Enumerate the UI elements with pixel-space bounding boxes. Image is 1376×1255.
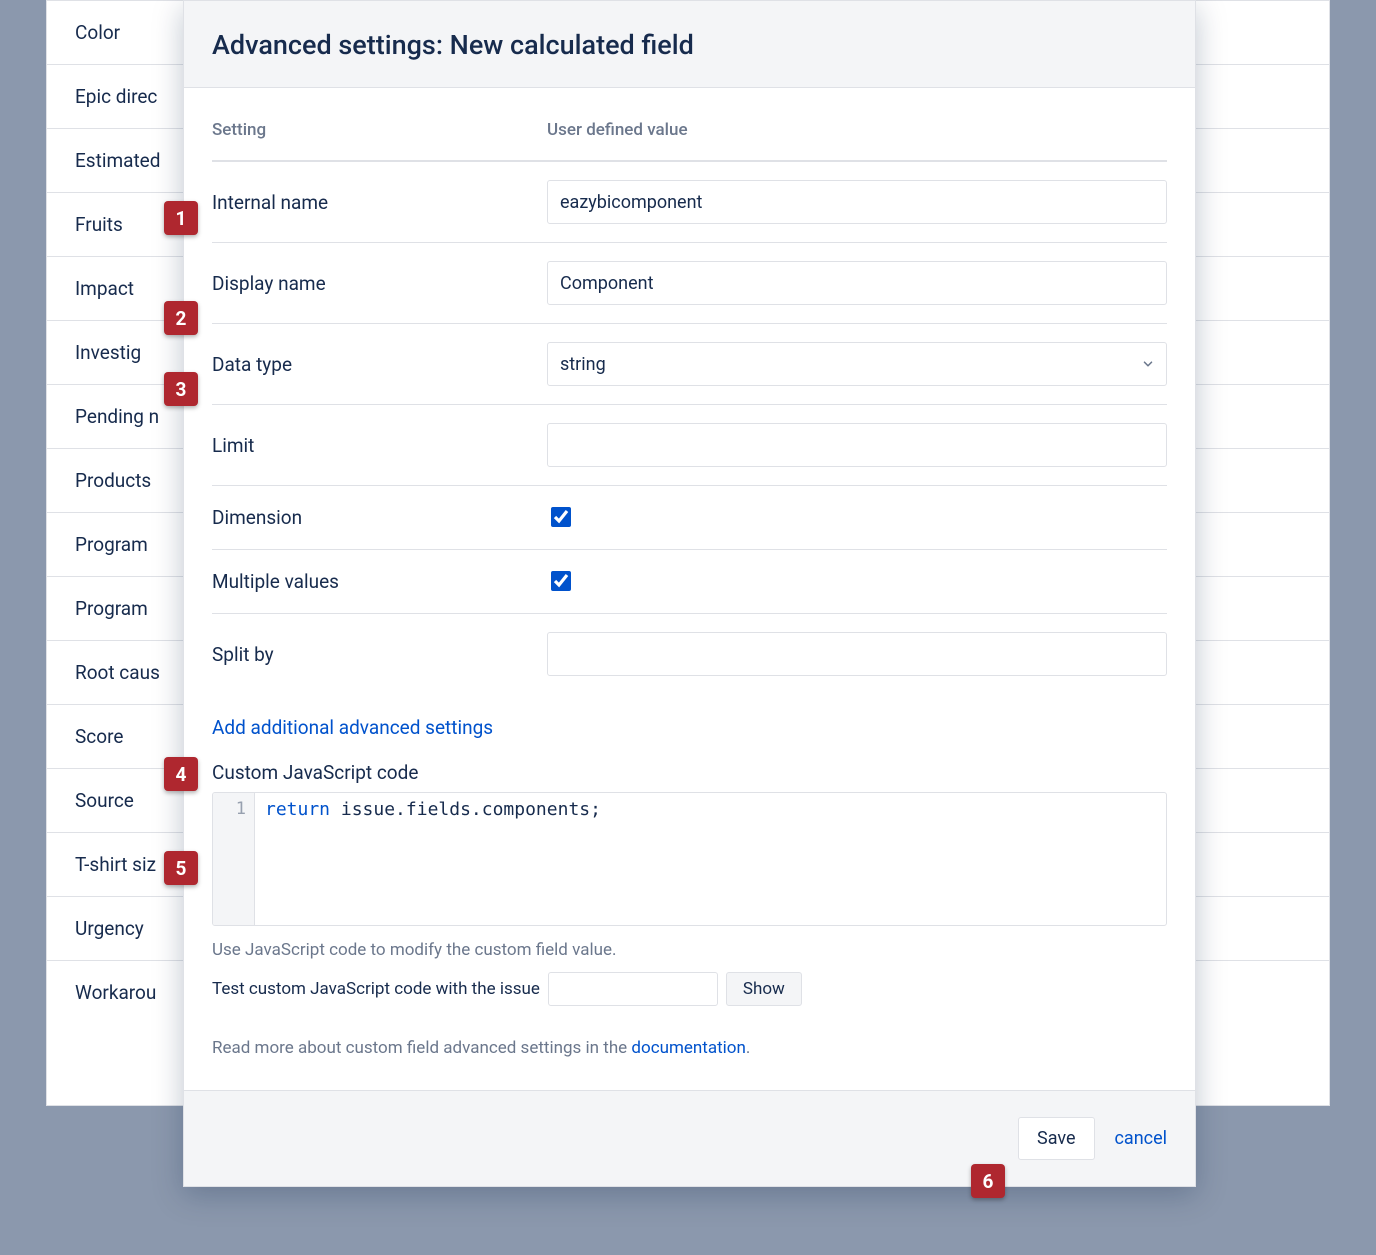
- checkbox-dimension[interactable]: [551, 507, 571, 527]
- advanced-settings-modal: Advanced settings: New calculated field …: [183, 0, 1196, 1187]
- code-gutter: 1: [213, 793, 255, 925]
- code-editor[interactable]: 1 return issue.fields.components;: [212, 792, 1167, 926]
- label-limit: Limit: [212, 405, 547, 486]
- doc-prefix: Read more about custom field advanced se…: [212, 1038, 631, 1058]
- test-label: Test custom JavaScript code with the iss…: [212, 979, 540, 999]
- helper-text: Use JavaScript code to modify the custom…: [212, 940, 1167, 960]
- checkbox-multiple-values[interactable]: [551, 571, 571, 591]
- column-header-value: User defined value: [547, 106, 1167, 161]
- input-internal-name[interactable]: [547, 180, 1167, 224]
- input-split-by[interactable]: [547, 632, 1167, 676]
- annotation-callout-6: 6: [971, 1164, 1005, 1198]
- modal-title: Advanced settings: New calculated field: [212, 29, 1167, 61]
- annotation-callout-4: 4: [164, 757, 198, 791]
- show-button[interactable]: Show: [726, 972, 802, 1006]
- save-button[interactable]: Save: [1018, 1117, 1095, 1160]
- annotation-callout-1: 1: [164, 201, 198, 235]
- modal-footer: Save cancel: [184, 1090, 1195, 1186]
- documentation-link[interactable]: documentation: [631, 1038, 745, 1058]
- settings-table: Setting User defined value Internal name…: [212, 106, 1167, 694]
- label-internal-name: Internal name: [212, 161, 547, 243]
- label-split-by: Split by: [212, 614, 547, 695]
- code-section-header: Custom JavaScript code: [212, 761, 1167, 784]
- label-dimension: Dimension: [212, 486, 547, 550]
- modal-body: Setting User defined value Internal name…: [184, 88, 1195, 1068]
- test-row: Test custom JavaScript code with the iss…: [212, 972, 1167, 1006]
- label-data-type: Data type: [212, 324, 547, 405]
- select-data-type[interactable]: string: [547, 342, 1167, 386]
- cancel-link[interactable]: cancel: [1115, 1128, 1168, 1149]
- annotation-callout-3: 3: [164, 372, 198, 406]
- code-content[interactable]: return issue.fields.components;: [255, 793, 1166, 925]
- annotation-callout-5: 5: [164, 851, 198, 885]
- annotation-callout-2: 2: [164, 301, 198, 335]
- doc-suffix: .: [746, 1038, 750, 1058]
- add-advanced-settings-link[interactable]: Add additional advanced settings: [212, 716, 493, 739]
- label-display-name: Display name: [212, 243, 547, 324]
- code-rest: issue.fields.components;: [330, 799, 601, 820]
- input-display-name[interactable]: [547, 261, 1167, 305]
- code-keyword: return: [265, 799, 330, 820]
- input-test-issue[interactable]: [548, 972, 718, 1006]
- column-header-setting: Setting: [212, 106, 547, 161]
- label-multiple-values: Multiple values: [212, 550, 547, 614]
- input-limit[interactable]: [547, 423, 1167, 467]
- code-line-number: 1: [236, 799, 246, 819]
- documentation-row: Read more about custom field advanced se…: [212, 1038, 1167, 1058]
- modal-header: Advanced settings: New calculated field: [184, 1, 1195, 88]
